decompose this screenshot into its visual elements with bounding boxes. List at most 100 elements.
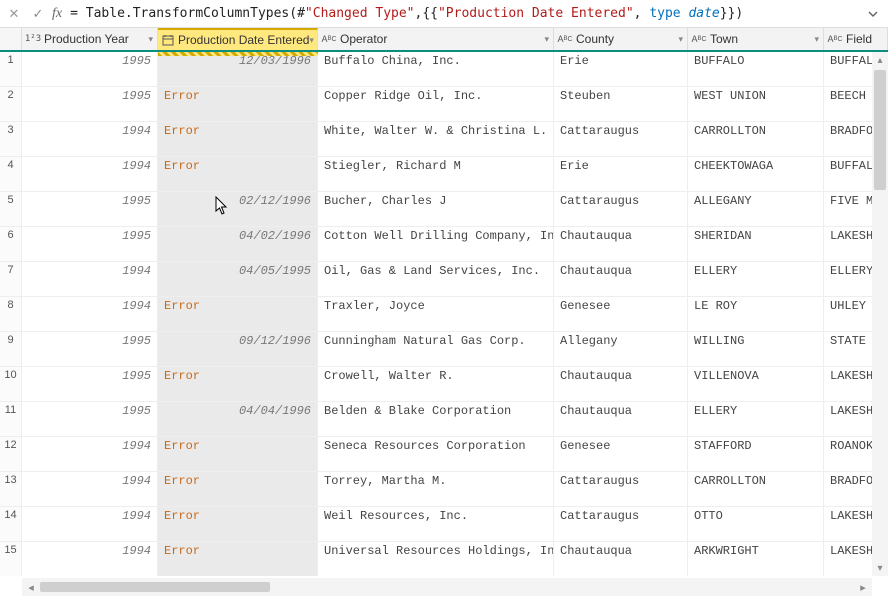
cell-production-year[interactable]: 1995 bbox=[22, 227, 158, 261]
cell-county[interactable]: Erie bbox=[554, 157, 688, 191]
cell-production-year[interactable]: 1995 bbox=[22, 367, 158, 401]
horizontal-scroll-thumb[interactable] bbox=[40, 582, 270, 592]
vertical-scrollbar[interactable]: ▴ ▾ bbox=[872, 52, 888, 576]
table-row[interactable]: 21995ErrorCopper Ridge Oil, Inc.SteubenW… bbox=[0, 87, 888, 122]
cell-town[interactable]: WILLING bbox=[688, 332, 824, 366]
formula-input[interactable]: = Table.TransformColumnTypes(#"Changed T… bbox=[70, 6, 864, 21]
cell-production-date[interactable]: Error bbox=[158, 507, 318, 541]
row-number[interactable]: 7 bbox=[0, 262, 22, 296]
cell-production-date[interactable]: 12/03/1996 bbox=[158, 52, 318, 86]
horizontal-scrollbar[interactable]: ◂ ▸ bbox=[22, 578, 872, 596]
cell-production-date[interactable]: 02/12/1996 bbox=[158, 192, 318, 226]
cell-county[interactable]: Genesee bbox=[554, 297, 688, 331]
expand-formula-icon[interactable] bbox=[864, 5, 882, 23]
table-row[interactable]: 6199504/02/1996Cotton Well Drilling Comp… bbox=[0, 227, 888, 262]
table-row[interactable]: 121994ErrorSeneca Resources CorporationG… bbox=[0, 437, 888, 472]
cell-production-year[interactable]: 1994 bbox=[22, 262, 158, 296]
cell-production-date[interactable]: 04/05/1995 bbox=[158, 262, 318, 296]
cell-operator[interactable]: Weil Resources, Inc. bbox=[318, 507, 554, 541]
cell-production-year[interactable]: 1994 bbox=[22, 122, 158, 156]
cell-production-year[interactable]: 1994 bbox=[22, 297, 158, 331]
cell-county[interactable]: Cattaraugus bbox=[554, 507, 688, 541]
cell-county[interactable]: Cattaraugus bbox=[554, 472, 688, 506]
cell-operator[interactable]: Universal Resources Holdings, Incorp. bbox=[318, 542, 554, 576]
table-row[interactable]: 11199504/04/1996Belden & Blake Corporati… bbox=[0, 402, 888, 437]
row-number[interactable]: 15 bbox=[0, 542, 22, 576]
column-header-town[interactable]: ABC Town ▾ bbox=[688, 28, 824, 50]
cell-production-year[interactable]: 1995 bbox=[22, 332, 158, 366]
table-row[interactable]: 7199404/05/1995Oil, Gas & Land Services,… bbox=[0, 262, 888, 297]
cell-town[interactable]: SHERIDAN bbox=[688, 227, 824, 261]
cell-production-date[interactable]: Error bbox=[158, 157, 318, 191]
table-row[interactable]: 151994ErrorUniversal Resources Holdings,… bbox=[0, 542, 888, 576]
row-number[interactable]: 4 bbox=[0, 157, 22, 191]
cell-operator[interactable]: Buffalo China, Inc. bbox=[318, 52, 554, 86]
table-row[interactable]: 5199502/12/1996Bucher, Charles JCattarau… bbox=[0, 192, 888, 227]
filter-icon[interactable]: ▾ bbox=[309, 35, 314, 46]
cell-town[interactable]: ALLEGANY bbox=[688, 192, 824, 226]
cell-town[interactable]: CARROLLTON bbox=[688, 472, 824, 506]
scroll-up-icon[interactable]: ▴ bbox=[872, 52, 888, 68]
row-number-header[interactable] bbox=[0, 28, 22, 50]
cell-town[interactable]: CHEEKTOWAGA bbox=[688, 157, 824, 191]
column-header-production-date[interactable]: Production Date Entered ▾ bbox=[158, 28, 318, 50]
cell-county[interactable]: Erie bbox=[554, 52, 688, 86]
row-number[interactable]: 12 bbox=[0, 437, 22, 471]
table-row[interactable]: 131994ErrorTorrey, Martha M.CattaraugusC… bbox=[0, 472, 888, 507]
table-row[interactable]: 141994ErrorWeil Resources, Inc.Cattaraug… bbox=[0, 507, 888, 542]
cell-production-year[interactable]: 1994 bbox=[22, 507, 158, 541]
cell-operator[interactable]: Cotton Well Drilling Company, Inc. bbox=[318, 227, 554, 261]
cell-production-year[interactable]: 1994 bbox=[22, 157, 158, 191]
cell-town[interactable]: LE ROY bbox=[688, 297, 824, 331]
cell-production-date[interactable]: Error bbox=[158, 542, 318, 576]
table-row[interactable]: 41994ErrorStiegler, Richard MErieCHEEKTO… bbox=[0, 157, 888, 192]
cell-production-year[interactable]: 1995 bbox=[22, 192, 158, 226]
row-number[interactable]: 11 bbox=[0, 402, 22, 436]
cell-county[interactable]: Chautauqua bbox=[554, 367, 688, 401]
row-number[interactable]: 9 bbox=[0, 332, 22, 366]
cell-operator[interactable]: Traxler, Joyce bbox=[318, 297, 554, 331]
table-row[interactable]: 9199509/12/1996Cunningham Natural Gas Co… bbox=[0, 332, 888, 367]
scroll-right-icon[interactable]: ▸ bbox=[854, 581, 872, 594]
cell-county[interactable]: Steuben bbox=[554, 87, 688, 121]
vertical-scroll-thumb[interactable] bbox=[874, 70, 886, 190]
text-type-icon[interactable]: ABC bbox=[558, 32, 572, 46]
date-type-icon[interactable] bbox=[162, 33, 174, 47]
cell-county[interactable]: Cattaraugus bbox=[554, 122, 688, 156]
cell-town[interactable]: CARROLLTON bbox=[688, 122, 824, 156]
cell-production-year[interactable]: 1994 bbox=[22, 542, 158, 576]
cell-operator[interactable]: Stiegler, Richard M bbox=[318, 157, 554, 191]
cell-production-date[interactable]: Error bbox=[158, 472, 318, 506]
text-type-icon[interactable]: ABC bbox=[322, 32, 336, 46]
cell-town[interactable]: ARKWRIGHT bbox=[688, 542, 824, 576]
row-number[interactable]: 13 bbox=[0, 472, 22, 506]
cell-county[interactable]: Chautauqua bbox=[554, 262, 688, 296]
column-header-production-year[interactable]: 1²3 Production Year ▾ bbox=[22, 28, 158, 50]
cell-town[interactable]: BUFFALO bbox=[688, 52, 824, 86]
cell-county[interactable]: Chautauqua bbox=[554, 227, 688, 261]
cell-county[interactable]: Cattaraugus bbox=[554, 192, 688, 226]
filter-icon[interactable]: ▾ bbox=[148, 34, 153, 45]
cell-production-date[interactable]: Error bbox=[158, 437, 318, 471]
table-row[interactable]: 101995ErrorCrowell, Walter R.ChautauquaV… bbox=[0, 367, 888, 402]
cell-town[interactable]: ELLERY bbox=[688, 262, 824, 296]
cell-production-year[interactable]: 1995 bbox=[22, 402, 158, 436]
cell-production-year[interactable]: 1995 bbox=[22, 87, 158, 121]
cell-town[interactable]: ELLERY bbox=[688, 402, 824, 436]
row-number[interactable]: 6 bbox=[0, 227, 22, 261]
cell-town[interactable]: WEST UNION bbox=[688, 87, 824, 121]
cell-operator[interactable]: Torrey, Martha M. bbox=[318, 472, 554, 506]
row-number[interactable]: 5 bbox=[0, 192, 22, 226]
cell-operator[interactable]: Oil, Gas & Land Services, Inc. bbox=[318, 262, 554, 296]
cell-production-date[interactable]: 09/12/1996 bbox=[158, 332, 318, 366]
cell-production-date[interactable]: Error bbox=[158, 122, 318, 156]
row-number[interactable]: 8 bbox=[0, 297, 22, 331]
text-type-icon[interactable]: ABC bbox=[692, 32, 706, 46]
scroll-left-icon[interactable]: ◂ bbox=[22, 581, 40, 594]
row-number[interactable]: 1 bbox=[0, 52, 22, 86]
filter-icon[interactable]: ▾ bbox=[814, 34, 819, 45]
table-row[interactable]: 31994ErrorWhite, Walter W. & Christina L… bbox=[0, 122, 888, 157]
cell-town[interactable]: STAFFORD bbox=[688, 437, 824, 471]
cell-production-year[interactable]: 1994 bbox=[22, 472, 158, 506]
row-number[interactable]: 3 bbox=[0, 122, 22, 156]
